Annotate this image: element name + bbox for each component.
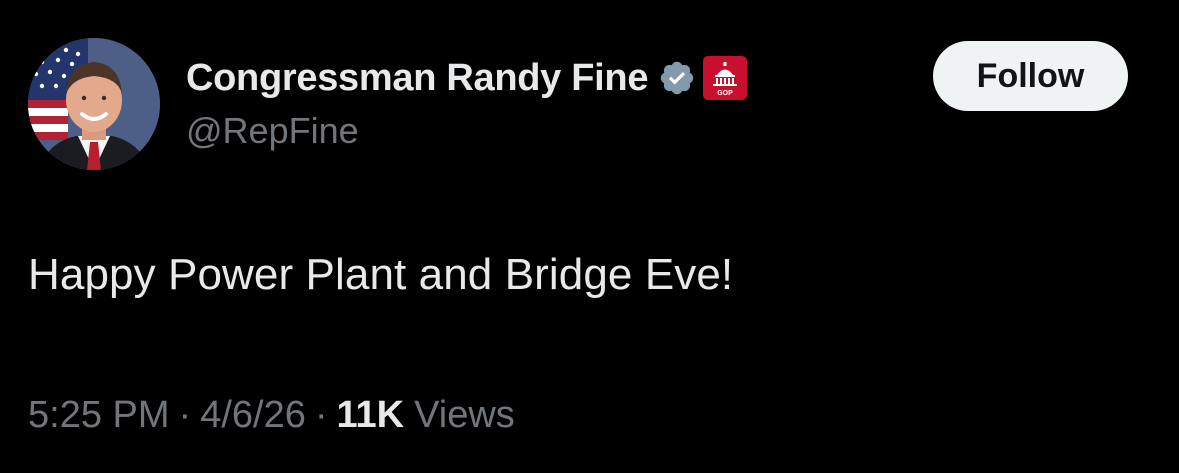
tweet-date[interactable]: 4/6/26 [200, 394, 306, 437]
tweet-meta: 5:25 PM · 4/6/26 · 11K Views [28, 394, 515, 437]
author-handle[interactable]: @RepFine [186, 110, 359, 152]
views-label: Views [414, 394, 515, 436]
gop-affiliate-badge-icon[interactable]: GOP [702, 55, 748, 101]
tweet-time[interactable]: 5:25 PM [28, 394, 170, 437]
display-name[interactable]: Congressman Randy Fine [186, 57, 648, 100]
views-count[interactable]: 11K [337, 394, 405, 437]
avatar-image [28, 38, 160, 170]
follow-button[interactable]: Follow [933, 41, 1128, 111]
tweet-card: Congressman Randy Fine GOP @RepFine Foll… [0, 0, 1179, 473]
verified-badge-icon[interactable] [658, 59, 696, 97]
author-name-row: Congressman Randy Fine GOP [186, 52, 748, 104]
tweet-text: Happy Power Plant and Bridge Eve! [28, 250, 734, 299]
affiliate-badge-text: GOP [717, 90, 733, 97]
meta-separator: · [178, 394, 192, 436]
avatar[interactable] [28, 38, 160, 170]
meta-separator: · [314, 394, 328, 436]
